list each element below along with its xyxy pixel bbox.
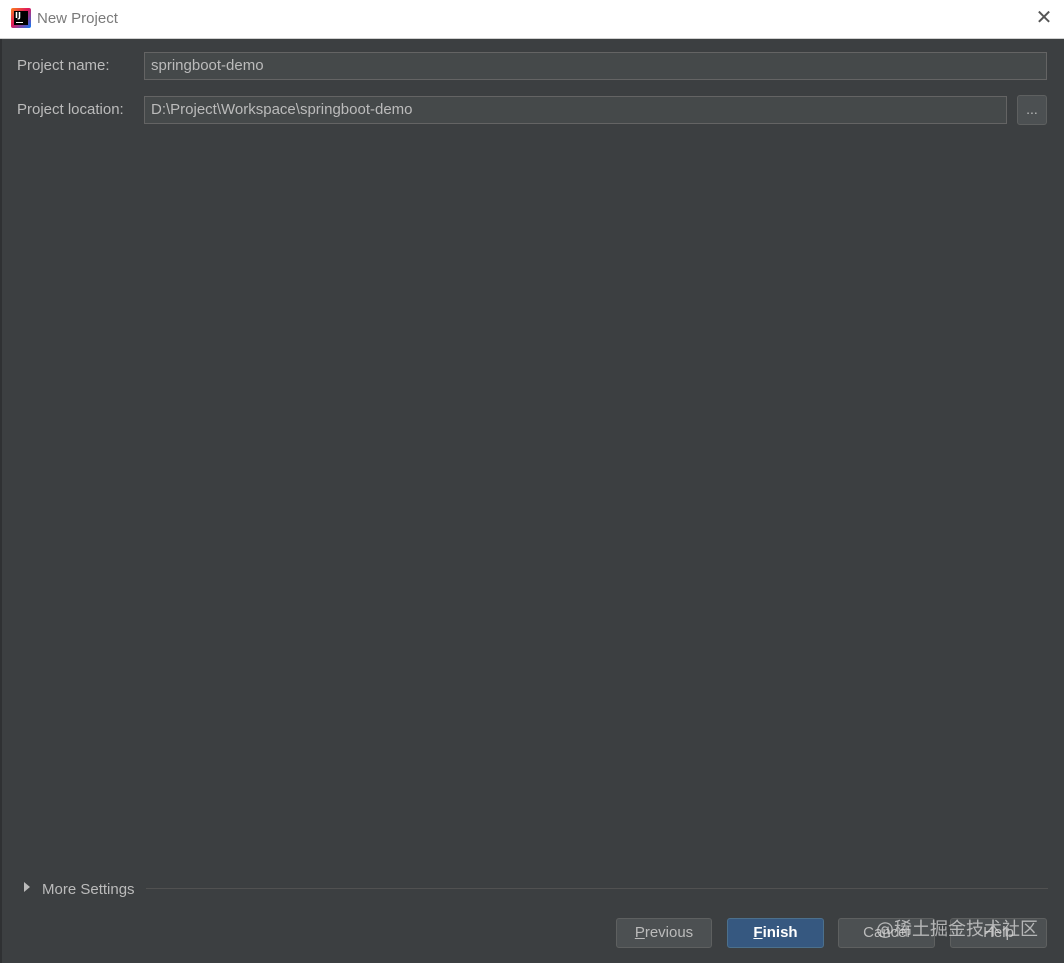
close-icon[interactable]: ✕	[1032, 6, 1056, 30]
triangle-right-icon[interactable]	[24, 882, 30, 892]
project-name-input[interactable]: springboot-demo	[144, 52, 1047, 80]
window-title: New Project	[37, 10, 118, 27]
previous-label-rest: revious	[644, 924, 694, 941]
watermark: @稀土掘金技术社区	[876, 919, 1038, 940]
title-bar: IJ New Project ✕	[0, 0, 1064, 39]
finish-mnemonic: F	[753, 924, 763, 941]
project-name-label: Project name:	[17, 57, 110, 74]
left-window-edge	[0, 38, 2, 963]
previous-mnemonic: P	[634, 924, 645, 941]
separator	[146, 888, 1048, 889]
finish-label-rest: inish	[762, 924, 798, 941]
more-settings-toggle[interactable]: More Settings	[42, 881, 135, 898]
project-location-label: Project location:	[17, 101, 124, 118]
finish-button[interactable]: Finish	[727, 918, 824, 948]
intellij-idea-icon: IJ	[11, 8, 31, 28]
browse-button[interactable]: ...	[1017, 95, 1047, 125]
project-location-input[interactable]: D:\Project\Workspace\springboot-demo	[144, 96, 1007, 124]
previous-button[interactable]: Previous	[616, 918, 712, 948]
